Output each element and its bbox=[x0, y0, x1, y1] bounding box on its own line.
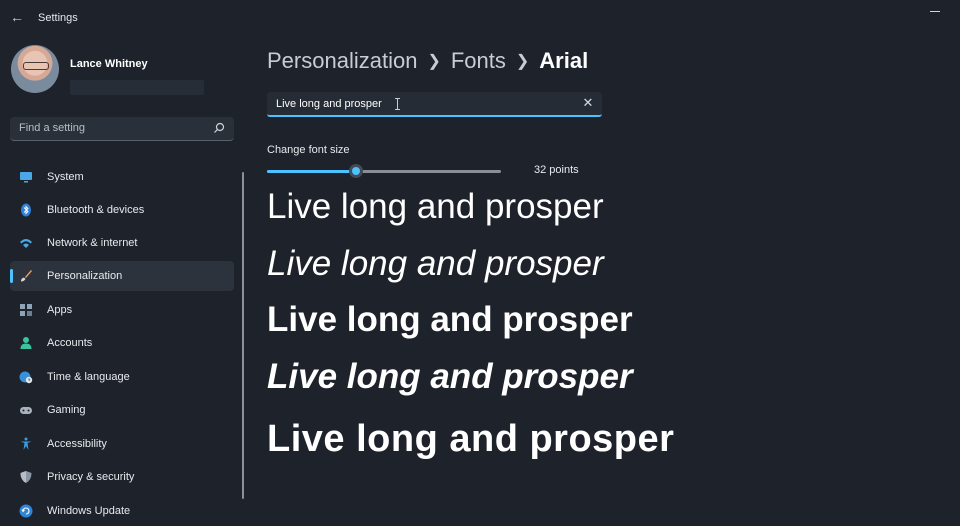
title-bar: ← Settings bbox=[0, 0, 960, 36]
sidebar-item-accounts[interactable]: Accounts bbox=[10, 328, 234, 358]
sidebar-item-windows-update[interactable]: Windows Update bbox=[10, 496, 234, 526]
user-name: Lance Whitney bbox=[70, 58, 148, 70]
sidebar-item-system[interactable]: System bbox=[10, 162, 234, 192]
breadcrumb-fonts[interactable]: Fonts bbox=[451, 48, 506, 73]
sidebar-item-label: Time & language bbox=[47, 371, 130, 383]
search-placeholder: Find a setting bbox=[19, 122, 86, 134]
font-size-slider[interactable] bbox=[267, 164, 501, 178]
monitor-icon bbox=[20, 172, 32, 183]
font-sample-italic: Live long and prosper bbox=[267, 244, 604, 283]
user-email-redacted bbox=[70, 80, 204, 95]
sidebar-item-label: Privacy & security bbox=[47, 471, 135, 483]
preview-text-value: Live long and prosper bbox=[276, 98, 382, 110]
chevron-right-icon: ❯ bbox=[515, 53, 530, 70]
brush-icon bbox=[21, 270, 32, 282]
sidebar-item-label: Bluetooth & devices bbox=[47, 204, 145, 216]
window-title: Settings bbox=[38, 12, 78, 24]
wifi-icon bbox=[20, 239, 32, 248]
back-arrow-icon[interactable]: ← bbox=[6, 6, 28, 28]
sidebar-item-time-language[interactable]: Time & language bbox=[10, 362, 234, 392]
font-sample-bold-italic: Live long and prosper bbox=[267, 357, 633, 396]
minimize-button[interactable] bbox=[930, 6, 944, 18]
globe-clock-icon bbox=[19, 371, 33, 384]
font-sample-regular: Live long and prosper bbox=[267, 187, 604, 226]
selection-indicator bbox=[10, 269, 13, 283]
sidebar-item-label: Accounts bbox=[47, 337, 93, 349]
update-icon bbox=[19, 504, 33, 518]
sidebar-item-gaming[interactable]: Gaming bbox=[10, 395, 234, 425]
sidebar-scrollbar[interactable] bbox=[242, 172, 244, 499]
sidebar-item-network[interactable]: Network & internet bbox=[10, 228, 234, 258]
page-title: Arial bbox=[539, 48, 589, 73]
gamepad-icon bbox=[20, 407, 32, 414]
shield-icon bbox=[20, 471, 32, 483]
font-size-value: 32 points bbox=[534, 164, 579, 176]
text-cursor-icon bbox=[395, 98, 400, 110]
person-icon bbox=[20, 337, 32, 349]
breadcrumb-personalization[interactable]: Personalization bbox=[267, 48, 417, 73]
chevron-right-icon: ❯ bbox=[427, 53, 441, 70]
clear-icon[interactable]: ✕ bbox=[581, 96, 595, 110]
slider-fill bbox=[267, 170, 356, 173]
sidebar-item-label: Gaming bbox=[47, 404, 86, 416]
font-sample-bold: Live long and prosper bbox=[267, 300, 633, 339]
sidebar-item-label: Accessibility bbox=[47, 438, 107, 450]
sidebar-item-personalization[interactable]: Personalization bbox=[10, 261, 234, 291]
font-sample-black: Live long and prosper bbox=[267, 418, 675, 460]
slider-thumb[interactable] bbox=[348, 164, 363, 178]
search-input[interactable]: Find a setting bbox=[10, 117, 234, 141]
sidebar-item-label: Network & internet bbox=[47, 237, 138, 249]
sidebar-item-apps[interactable]: Apps bbox=[10, 295, 234, 325]
breadcrumb: Personalization ❯ Fonts ❯ Arial bbox=[267, 48, 588, 74]
font-size-label: Change font size bbox=[267, 144, 350, 156]
search-icon bbox=[214, 122, 225, 133]
sidebar-item-label: System bbox=[47, 171, 84, 183]
apps-icon bbox=[20, 304, 32, 316]
sidebar-item-label: Windows Update bbox=[47, 505, 131, 517]
preview-text-input[interactable]: Live long and prosper ✕ bbox=[267, 92, 602, 117]
sidebar-item-privacy-security[interactable]: Privacy & security bbox=[10, 462, 234, 492]
sidebar-item-bluetooth[interactable]: Bluetooth & devices bbox=[10, 195, 234, 225]
sidebar-item-label: Apps bbox=[47, 304, 73, 316]
sidebar-item-accessibility[interactable]: Accessibility bbox=[10, 429, 234, 459]
bluetooth-icon bbox=[21, 203, 31, 217]
avatar bbox=[11, 45, 59, 93]
sidebar-item-label: Personalization bbox=[47, 270, 123, 282]
accessibility-icon bbox=[20, 437, 32, 450]
